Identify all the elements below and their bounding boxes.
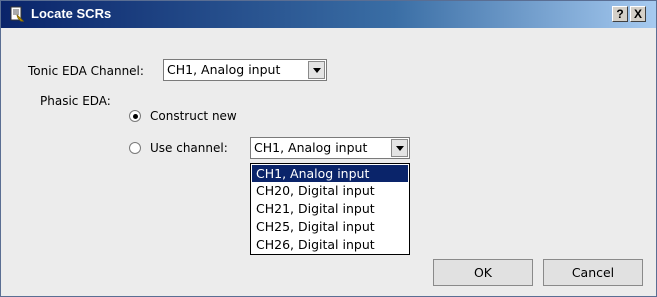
window-title: Locate SCRs (31, 6, 112, 21)
ok-button[interactable]: OK (433, 259, 533, 286)
document-icon (10, 6, 25, 22)
channel-dropdown-list: CH1, Analog input CH20, Digital input CH… (250, 163, 410, 255)
chevron-down-icon (313, 68, 321, 73)
construct-new-radio[interactable] (129, 110, 141, 122)
use-channel-dropdown-button[interactable] (391, 139, 408, 157)
tonic-dropdown-button[interactable] (308, 61, 325, 79)
construct-new-label[interactable]: Construct new (150, 109, 237, 123)
use-channel-radio[interactable] (129, 142, 141, 154)
radio-selected-dot (132, 113, 138, 119)
close-button[interactable]: X (630, 6, 646, 22)
tonic-eda-label: Tonic EDA Channel: (28, 64, 144, 78)
cancel-button[interactable]: Cancel (543, 259, 643, 286)
dropdown-option[interactable]: CH21, Digital input (252, 200, 408, 217)
dropdown-option[interactable]: CH26, Digital input (252, 236, 408, 253)
use-channel-value: CH1, Analog input (254, 140, 368, 155)
dropdown-option[interactable]: CH20, Digital input (252, 182, 408, 199)
dropdown-option[interactable]: CH1, Analog input (252, 165, 408, 182)
tonic-eda-select[interactable]: CH1, Analog input (163, 59, 327, 81)
use-channel-select[interactable]: CH1, Analog input (250, 137, 410, 159)
title-bar[interactable]: Locate SCRs ? X (1, 1, 656, 28)
chevron-down-icon (396, 146, 404, 151)
phasic-eda-label: Phasic EDA: (40, 94, 111, 108)
help-button[interactable]: ? (612, 6, 628, 22)
dialog-window: Locate SCRs ? X Tonic EDA Channel: CH1, … (0, 0, 657, 297)
dropdown-option[interactable]: CH25, Digital input (252, 218, 408, 235)
use-channel-label[interactable]: Use channel: (150, 141, 228, 155)
tonic-eda-value: CH1, Analog input (167, 62, 281, 77)
